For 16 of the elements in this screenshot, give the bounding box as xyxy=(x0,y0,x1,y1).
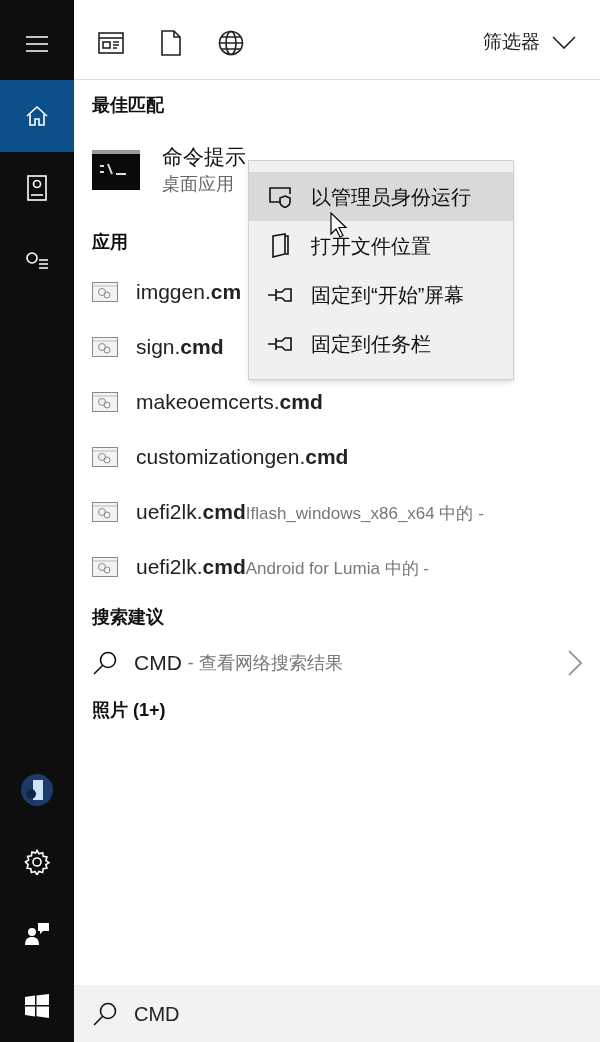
app-name: customizationgen.cmd xyxy=(136,443,349,470)
section-heading: 应用 xyxy=(92,231,128,254)
app-subtitle: 桌面应用 xyxy=(162,173,235,196)
app-location: Android for Lumia 中的 - xyxy=(245,557,430,580)
suggestion-query: CMD xyxy=(134,650,182,677)
section-heading: 最佳匹配 xyxy=(92,94,164,117)
app-location: Iflash_windows_x86_x64 中的 - xyxy=(245,502,484,525)
app-name: makeoemcerts.cmd xyxy=(136,388,323,415)
app-name: imggen.cm xyxy=(136,278,242,305)
app-name: sign.cmd xyxy=(136,333,224,360)
suggestion-detail: - 查看网络搜索结果 xyxy=(187,651,343,675)
app-title: 命令提示 xyxy=(162,144,246,170)
app-name: uefi2lk.cmd xyxy=(136,498,246,525)
app-name: uefi2lk.cmd xyxy=(136,553,246,580)
section-heading: 照片 (1+) xyxy=(92,699,166,722)
section-heading: 搜索建议 xyxy=(92,606,164,629)
